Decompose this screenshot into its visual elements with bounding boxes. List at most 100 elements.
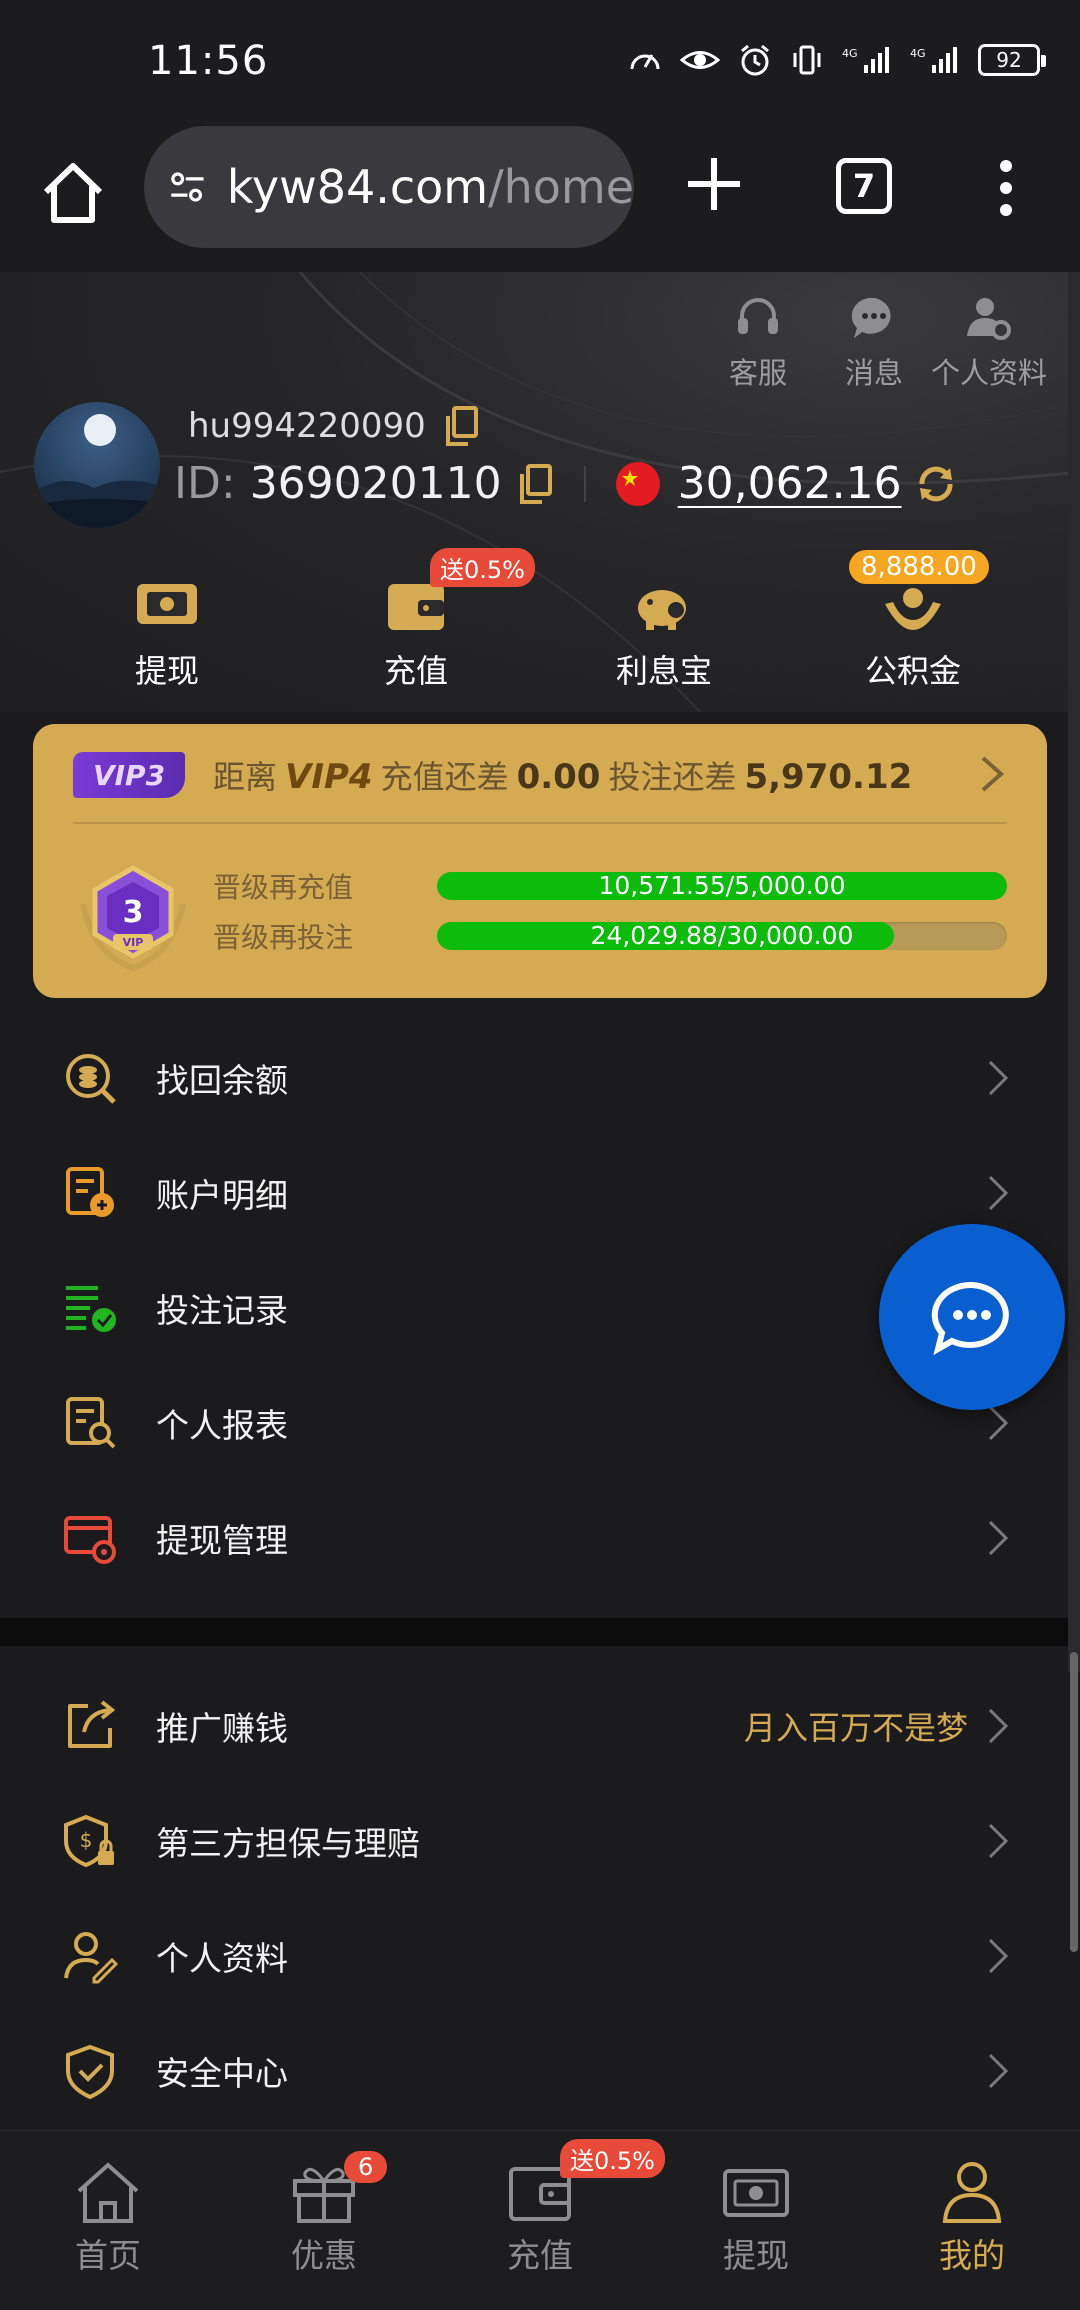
share-earn-icon xyxy=(68,1699,116,1748)
provident-fund-badge: 8,888.00 xyxy=(849,550,989,584)
id-balance-row: ID: 369020110 30,062.16 xyxy=(174,458,958,509)
menu-item-withdraw-management[interactable]: 提现管理 xyxy=(0,1480,1070,1595)
signal-4g-icon-2: 4G xyxy=(910,47,957,73)
guarantee-shield-icon: $ xyxy=(64,1814,114,1867)
chevron-right-icon xyxy=(988,1823,1009,1858)
menu-item-label: 个人资料 xyxy=(156,1938,288,1978)
menu-item-third-party-guarantee[interactable]: $ 第三方担保与理赔 xyxy=(0,1783,1070,1898)
deposit-progress-label: 晋级再充值 xyxy=(213,871,354,904)
message-icon xyxy=(851,297,891,338)
interest-treasure-label: 利息宝 xyxy=(615,652,712,690)
status-bar: 11:56 4G 4G 92 xyxy=(0,0,1080,120)
recover-balance-icon xyxy=(66,1053,116,1104)
nav-withdraw-label: 提现 xyxy=(723,2236,789,2275)
chevron-right-icon xyxy=(988,1520,1009,1555)
vip-prefix: 距离 xyxy=(213,758,278,796)
security-shield-icon xyxy=(66,2044,114,2099)
menu-item-label: 找回余额 xyxy=(156,1060,288,1100)
vip-card[interactable]: VIP3 距离 VIP4 充值还差 0.00 投注还差 5,970.12 3 V… xyxy=(33,724,1047,998)
menu-item-label: 账户明细 xyxy=(156,1175,288,1215)
page-scrollbar[interactable] xyxy=(1068,272,1080,1952)
copy-id-icon[interactable] xyxy=(518,463,554,504)
tab-switcher-button[interactable]: 7 xyxy=(836,158,892,214)
menu-item-label: 安全中心 xyxy=(156,2053,288,2093)
nav-home[interactable]: 首页 xyxy=(28,2159,188,2277)
menu-item-recover-balance[interactable]: 找回余额 xyxy=(0,1020,1070,1135)
vibrate-icon xyxy=(793,45,821,75)
headset-icon xyxy=(738,298,778,334)
chevron-right-icon xyxy=(988,1175,1009,1210)
menu-item-label: 推广赚钱 xyxy=(156,1708,288,1748)
user-id: 369020110 xyxy=(249,458,502,509)
nav-deposit[interactable]: 充值 送0.5% xyxy=(460,2139,665,2277)
scrollbar-thumb[interactable] xyxy=(1070,1652,1078,1952)
address-bar[interactable]: kyw84.com/home xyxy=(144,126,634,248)
menu-item-security-center[interactable]: 安全中心 xyxy=(0,2013,1070,2128)
copy-username-icon[interactable] xyxy=(444,406,480,446)
divider xyxy=(583,465,586,502)
messages-label: 消息 xyxy=(844,356,903,390)
refresh-balance-icon[interactable] xyxy=(914,462,958,506)
menu-item-label: 第三方担保与理赔 xyxy=(156,1823,420,1863)
deposit-gap-label: 充值还差 xyxy=(380,758,509,796)
menu-item-account-details[interactable]: 账户明细 xyxy=(0,1135,1070,1250)
vip-upgrade-summary: 距离 VIP4 充值还差 0.00 投注还差 5,970.12 xyxy=(213,752,912,798)
nav-deposit-badge: 送0.5% xyxy=(560,2139,665,2178)
provident-fund-button[interactable]: 公积金 8,888.00 xyxy=(823,550,1003,692)
chevron-right-icon xyxy=(988,1938,1009,1973)
floating-chat-button[interactable] xyxy=(879,1224,1065,1410)
bet-progress-bar: 24,029.88/30,000.00 xyxy=(437,922,1007,950)
nav-withdraw[interactable]: 提现 xyxy=(676,2159,836,2277)
menu-item-personal-info[interactable]: 个人资料 xyxy=(0,1898,1070,2013)
chevron-right-icon xyxy=(988,2053,1009,2088)
new-tab-icon[interactable] xyxy=(682,152,746,216)
username-row: hu994220090 xyxy=(188,406,480,446)
browser-toolbar: kyw84.com/home 7 xyxy=(0,120,1080,272)
nav-home-label: 首页 xyxy=(75,2236,141,2275)
battery-icon: 92 xyxy=(978,44,1046,76)
vip-medal-icon: 3 VIP xyxy=(80,865,186,972)
svg-text:3: 3 xyxy=(123,895,144,930)
svg-text:$: $ xyxy=(80,1828,93,1852)
vip-divider xyxy=(73,822,1007,824)
promotions-count-badge: 6 xyxy=(344,2151,388,2183)
status-icons: 4G 4G 92 xyxy=(628,40,1046,80)
site-settings-icon[interactable] xyxy=(168,163,207,211)
bet-record-icon xyxy=(66,1285,116,1332)
messages-button[interactable]: 消息 xyxy=(814,292,934,392)
user-edit-icon xyxy=(64,1931,118,1983)
nav-promotions[interactable]: 优惠 6 xyxy=(244,2151,404,2277)
chevron-right-icon xyxy=(988,1405,1009,1440)
vip-next-level: VIP4 xyxy=(285,757,373,797)
quick-deposit-label: 充值 xyxy=(383,652,448,690)
menu-item-label: 投注记录 xyxy=(156,1290,288,1330)
url-domain: kyw84.com xyxy=(226,160,489,214)
quick-deposit-button[interactable]: 充值 送0.5% xyxy=(326,548,535,692)
menu-item-label: 提现管理 xyxy=(156,1520,288,1560)
china-flag-icon xyxy=(615,461,660,506)
chevron-right-icon[interactable] xyxy=(977,754,1007,794)
eye-icon xyxy=(680,51,720,69)
svg-text:4G: 4G xyxy=(842,47,858,60)
nav-mine[interactable]: 我的 xyxy=(892,2159,1052,2277)
bet-progress-label: 晋级再投注 xyxy=(213,921,354,954)
account-details-icon xyxy=(66,1166,114,1217)
deposit-progress-bar: 10,571.55/5,000.00 xyxy=(437,872,1007,900)
more-menu-icon[interactable] xyxy=(986,156,1026,220)
referral-slogan: 月入百万不是梦 xyxy=(743,1708,968,1747)
chevron-right-icon xyxy=(988,1708,1009,1743)
avatar[interactable] xyxy=(34,402,160,528)
quick-withdraw-button[interactable]: 提现 xyxy=(77,574,257,692)
status-time: 11:56 xyxy=(148,38,269,84)
menu-item-referral-earn[interactable]: 推广赚钱 月入百万不是梦 xyxy=(0,1668,1070,1783)
bet-progress-text: 24,029.88/30,000.00 xyxy=(590,922,854,950)
svg-text:4G: 4G xyxy=(910,47,926,60)
profile-button[interactable]: 个人资料 xyxy=(929,292,1049,392)
customer-service-button[interactable]: 客服 xyxy=(698,292,818,392)
browser-home-icon[interactable] xyxy=(38,158,108,228)
provident-fund-label: 公积金 xyxy=(864,652,961,690)
chevron-right-icon xyxy=(988,1060,1009,1095)
interest-treasure-button[interactable]: 利息宝 xyxy=(574,574,754,692)
url-text: kyw84.com/home xyxy=(227,160,634,214)
quick-withdraw-label: 提现 xyxy=(134,652,199,690)
